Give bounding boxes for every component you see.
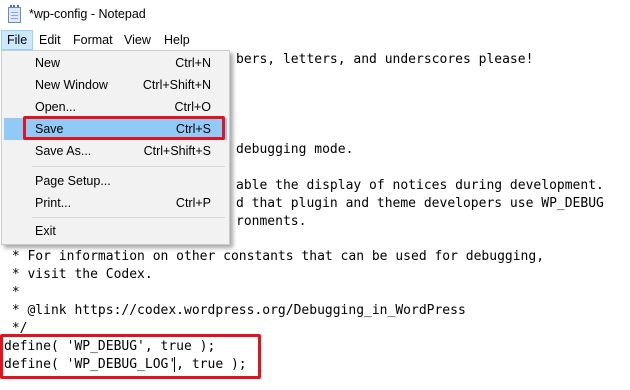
menu-view[interactable]: View (119, 30, 156, 50)
menu-item-label: Save As... (35, 144, 92, 158)
menu-item-open[interactable]: Open... Ctrl+O (4, 96, 227, 118)
menu-edit[interactable]: Edit (34, 30, 66, 50)
highlight-box-save (23, 116, 225, 140)
menu-item-label: New Window (35, 78, 108, 92)
editor-line: * (4, 285, 20, 300)
menu-item-new[interactable]: New Ctrl+N (4, 52, 227, 74)
editor-line: * For information on other constants tha… (4, 249, 545, 264)
menu-item-shortcut: Ctrl+Shift+N (142, 78, 211, 92)
menu-separator (32, 217, 225, 218)
menu-item-save-as[interactable]: Save As... Ctrl+Shift+S (4, 140, 227, 162)
menu-file[interactable]: File (1, 30, 34, 50)
menu-bar: File Edit Format View Help (0, 30, 630, 50)
editor-line: bers, letters, and underscores please! (236, 52, 534, 67)
menu-format[interactable]: Format (68, 30, 118, 50)
editor-line: * visit the Codex. (4, 267, 153, 282)
menu-item-label: Page Setup... (35, 174, 111, 188)
window-title: *wp-config - Notepad (29, 7, 146, 21)
menu-item-label: New (35, 56, 61, 70)
menu-item-label: Exit (35, 224, 56, 238)
file-menu-dropdown: New Ctrl+N New Window Ctrl+Shift+N Open.… (1, 50, 230, 245)
menu-help[interactable]: Help (159, 30, 195, 50)
menu-item-shortcut: Ctrl+Shift+S (143, 144, 211, 158)
menu-item-shortcut: Ctrl+O (174, 100, 211, 114)
menu-item-label: Open... (35, 100, 76, 114)
menu-item-shortcut: Ctrl+P (175, 196, 211, 210)
menu-item-print[interactable]: Print... Ctrl+P (4, 192, 227, 214)
menu-item-label: Print... (35, 196, 72, 210)
menu-item-page-setup[interactable]: Page Setup... (4, 170, 227, 192)
highlight-box-define-lines (0, 334, 261, 379)
notepad-icon (8, 5, 21, 23)
editor-line: d that plugin and theme developers use W… (236, 196, 604, 211)
title-bar: *wp-config - Notepad (0, 0, 630, 30)
menu-item-new-window[interactable]: New Window Ctrl+Shift+N (4, 74, 227, 96)
editor-line: ronments. (236, 214, 307, 229)
menu-separator (32, 166, 225, 167)
editor-line: * @link https://codex.wordpress.org/Debu… (4, 303, 466, 318)
menu-item-shortcut: Ctrl+N (175, 56, 211, 70)
editor-line: debugging mode. (236, 142, 354, 157)
menu-item-exit[interactable]: Exit (4, 220, 227, 242)
editor-line: able the display of notices during devel… (236, 178, 604, 193)
